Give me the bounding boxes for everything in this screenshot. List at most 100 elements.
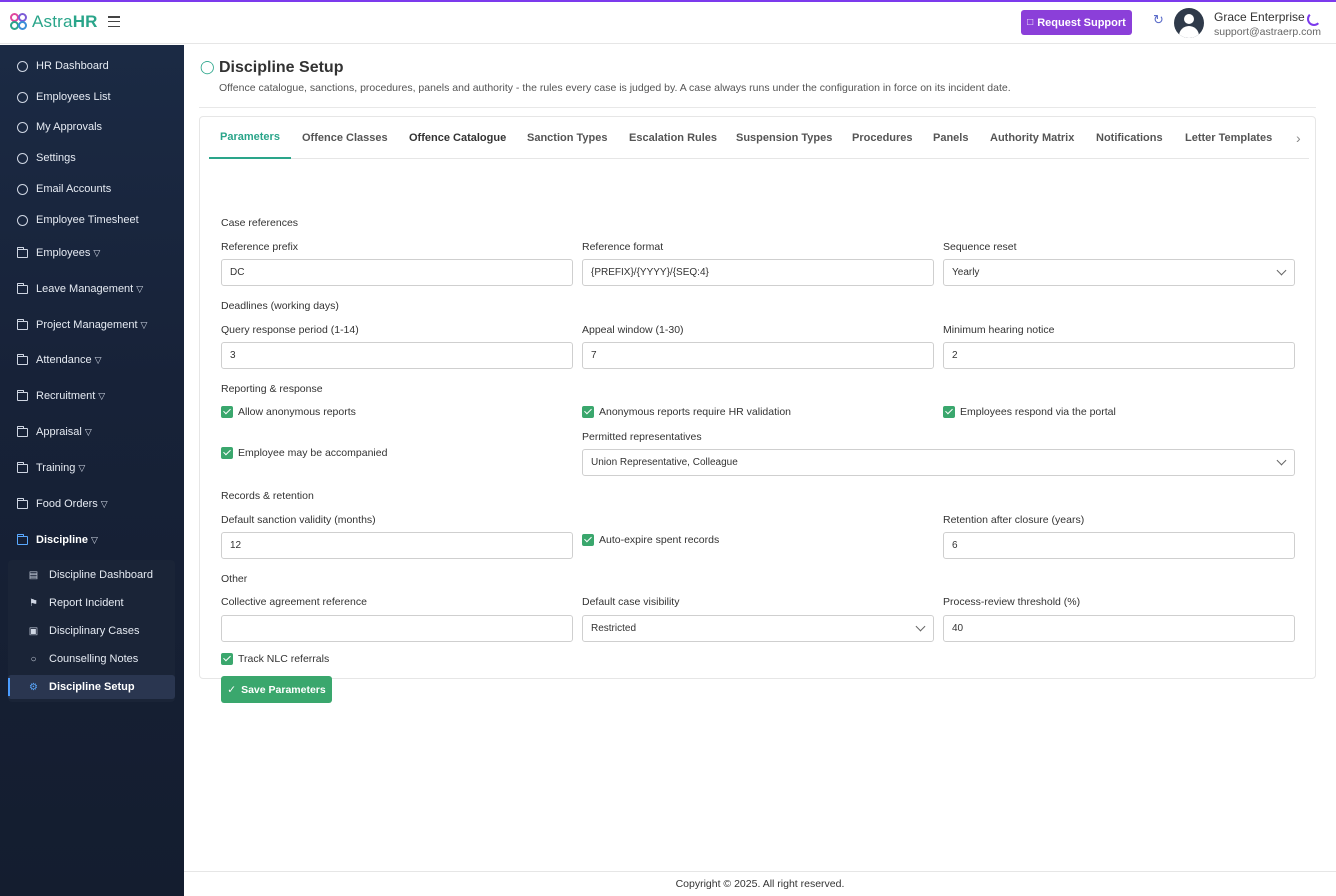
submenu-item-report-incident[interactable]: ⚑ Report Incident — [8, 591, 175, 615]
permitted-representatives-select[interactable]: Union Representative, Colleague — [582, 449, 1295, 476]
tab-offence-classes[interactable]: Offence Classes — [291, 117, 399, 159]
submenu-item-label: Discipline Dashboard — [49, 569, 153, 581]
main-content: ◯ Discipline Setup Offence catalogue, sa… — [184, 45, 1336, 871]
may-be-accompanied-checkbox[interactable]: Employee may be accompanied — [221, 447, 387, 459]
user-email: support@astraerp.com — [1214, 26, 1321, 38]
submenu-item-discipline-dashboard[interactable]: ▤ Discipline Dashboard — [8, 563, 175, 587]
tab-panels[interactable]: Panels — [922, 117, 979, 159]
allow-anonymous-checkbox[interactable]: Allow anonymous reports — [221, 406, 356, 418]
reference-prefix-input[interactable]: DC — [221, 259, 573, 286]
circle-icon — [17, 152, 28, 164]
reference-format-input[interactable]: {PREFIX}/{YYYY}/{SEQ:4} — [582, 259, 934, 286]
sidebar-item-employees-list[interactable]: Employees List — [0, 84, 184, 110]
brand-name: AstraHR — [32, 12, 98, 32]
anonymous-hr-validation-checkbox[interactable]: Anonymous reports require HR validation — [582, 406, 791, 418]
permitted-representatives-label: Permitted representatives — [582, 431, 702, 443]
tab-parameters[interactable]: Parameters — [209, 117, 291, 159]
caret-down-icon: ▽ — [78, 463, 86, 473]
app-logo[interactable]: AstraHR — [10, 12, 98, 32]
avatar[interactable] — [1174, 8, 1204, 38]
sidebar-item-appraisal[interactable]: Appraisal ▽ — [0, 419, 184, 445]
refresh-icon[interactable]: ↻ — [1153, 13, 1167, 27]
allow-anonymous-label: Allow anonymous reports — [238, 406, 356, 418]
brand-name-light: Astra — [32, 12, 73, 31]
case-visibility-select[interactable]: Restricted — [582, 615, 934, 642]
sidebar-item-leave-management[interactable]: Leave Management ▽ — [0, 276, 184, 302]
tab-authority-matrix[interactable]: Authority Matrix — [979, 117, 1085, 159]
bar-chart-icon: ▤ — [28, 569, 39, 581]
tab-sanction-types[interactable]: Sanction Types — [516, 117, 618, 159]
sidebar-item-training[interactable]: Training ▽ — [0, 455, 184, 481]
flag-icon: ⚑ — [29, 597, 38, 609]
tab-offence-catalogue[interactable]: Offence Catalogue — [398, 117, 517, 159]
sidebar-item-label: Attendance — [36, 354, 92, 366]
tab-procedures[interactable]: Procedures — [841, 117, 924, 159]
sidebar-item-attendance[interactable]: Attendance ▽ — [0, 347, 184, 373]
sidebar-item-email-accounts[interactable]: Email Accounts — [0, 176, 184, 202]
sidebar-item-hr-dashboard[interactable]: HR Dashboard — [0, 53, 184, 79]
submenu-item-counselling-notes[interactable]: ○ Counselling Notes — [8, 647, 175, 671]
tab-suspension-types[interactable]: Suspension Types — [725, 117, 843, 159]
check-icon: ✓ — [227, 683, 237, 696]
user-name: Grace Enterprise — [1214, 10, 1305, 24]
hearing-notice-input[interactable]: 2 — [943, 342, 1295, 369]
save-parameters-button[interactable]: ✓ Save Parameters — [221, 676, 332, 703]
sidebar-item-employees[interactable]: Employees ▽ — [0, 240, 184, 266]
case-visibility-value: Restricted — [591, 623, 637, 634]
menu-toggle-icon[interactable] — [108, 16, 120, 27]
page-title: Discipline Setup — [219, 59, 344, 76]
tab-escalation-rules[interactable]: Escalation Rules — [618, 117, 728, 159]
section-other: Other — [221, 573, 248, 585]
sidebar-item-discipline[interactable]: Discipline ▽ — [0, 527, 184, 553]
query-response-label: Query response period (1-14) — [221, 324, 359, 336]
sidebar-item-project-management[interactable]: Project Management ▽ — [0, 312, 184, 338]
request-support-button[interactable]: □ Request Support — [1021, 10, 1132, 35]
track-nlc-checkbox[interactable]: Track NLC referrals — [221, 653, 329, 665]
track-nlc-label: Track NLC referrals — [238, 653, 330, 665]
top-bar: AstraHR □ Request Support ↻ Grace Enterp… — [0, 2, 1336, 44]
retention-label: Retention after closure (years) — [943, 514, 1085, 526]
save-parameters-label: Save Parameters — [241, 683, 326, 696]
review-threshold-label: Process-review threshold (%) — [943, 596, 1081, 608]
retention-input[interactable]: 6 — [943, 532, 1295, 559]
folder-icon — [17, 426, 28, 437]
sidebar-item-settings[interactable]: Settings — [0, 145, 184, 171]
auto-expire-label: Auto-expire spent records — [599, 534, 720, 546]
circle-icon — [17, 183, 28, 195]
circle-icon — [17, 91, 28, 103]
case-visibility-label: Default case visibility — [582, 596, 680, 608]
folder-icon — [17, 283, 28, 294]
collective-agreement-input[interactable] — [221, 615, 573, 642]
checkbox-checked-icon — [582, 534, 594, 546]
circle-icon — [17, 121, 28, 133]
tab-letter-templates[interactable]: Letter Templates — [1174, 117, 1283, 159]
circle-icon — [17, 214, 28, 226]
sidebar-item-label: Leave Management — [36, 283, 134, 295]
tab-notifications[interactable]: Notifications — [1085, 117, 1174, 159]
copyright-text: Copyright © 2025. All right reserved. — [675, 878, 845, 890]
appeal-window-input[interactable]: 7 — [582, 342, 934, 369]
chevron-right-icon[interactable]: › — [1296, 130, 1301, 146]
submenu-item-label: Report Incident — [49, 597, 124, 609]
collective-agreement-label: Collective agreement reference — [221, 596, 367, 608]
appeal-window-label: Appeal window (1-30) — [582, 324, 684, 336]
respond-via-portal-checkbox[interactable]: Employees respond via the portal — [943, 406, 1116, 418]
sidebar-item-label: Food Orders — [36, 498, 98, 510]
query-response-input[interactable]: 3 — [221, 342, 573, 369]
caret-down-icon: ▽ — [90, 535, 98, 545]
submenu-item-discipline-setup[interactable]: ⚙ Discipline Setup — [8, 675, 175, 699]
checkbox-checked-icon — [221, 653, 233, 665]
sequence-reset-select[interactable]: Yearly — [943, 259, 1295, 286]
sequence-reset-label: Sequence reset — [943, 241, 1017, 253]
sidebar-item-label: Email Accounts — [36, 183, 112, 195]
auto-expire-checkbox[interactable]: Auto-expire spent records — [582, 534, 719, 546]
submenu-item-disciplinary-cases[interactable]: ▣ Disciplinary Cases — [8, 619, 175, 643]
sequence-reset-value: Yearly — [952, 267, 980, 278]
section-case-references: Case references — [221, 217, 299, 229]
sidebar-item-employee-timesheet[interactable]: Employee Timesheet — [0, 207, 184, 233]
sanction-validity-input[interactable]: 12 — [221, 532, 573, 559]
sidebar-item-food-orders[interactable]: Food Orders ▽ — [0, 491, 184, 517]
sidebar-item-my-approvals[interactable]: My Approvals — [0, 114, 184, 140]
sidebar-item-recruitment[interactable]: Recruitment ▽ — [0, 383, 184, 409]
review-threshold-input[interactable]: 40 — [943, 615, 1295, 642]
